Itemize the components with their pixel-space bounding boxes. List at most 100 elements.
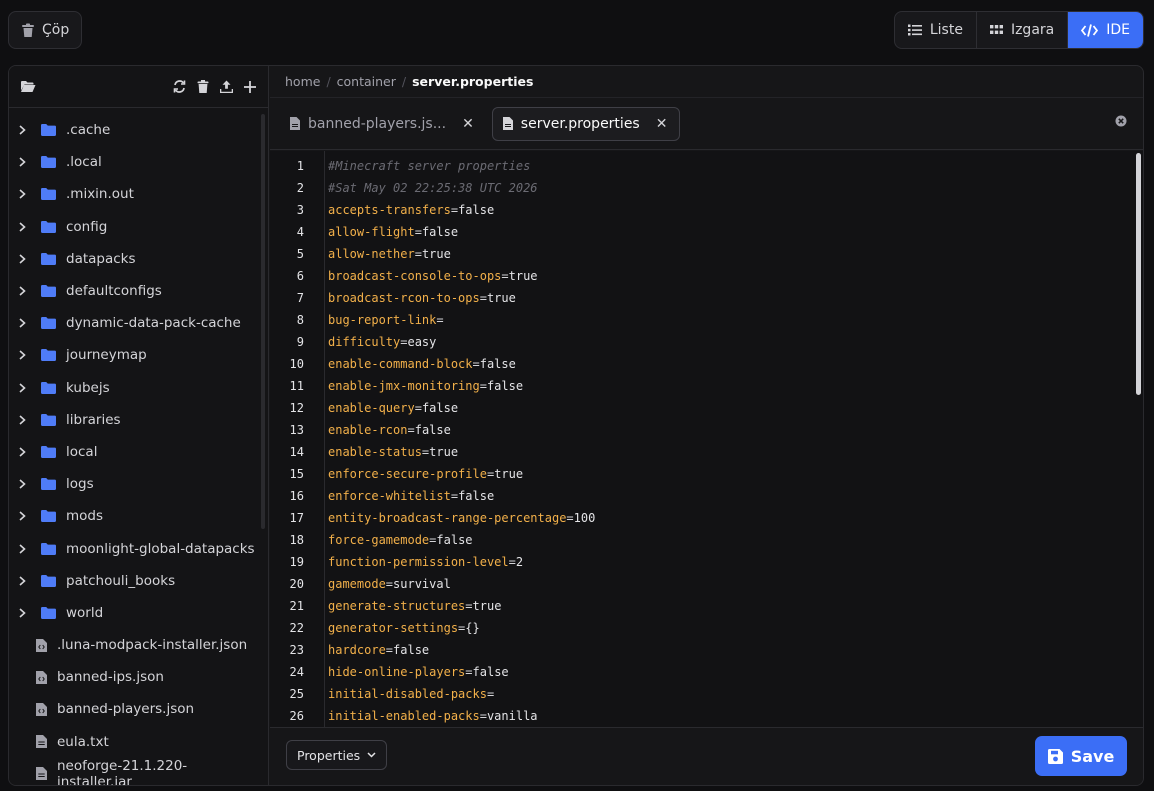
- chevron-right-icon[interactable]: [15, 382, 29, 393]
- folder-item[interactable]: dynamic-data-pack-cache: [9, 307, 259, 339]
- code-line[interactable]: #Minecraft server properties: [328, 155, 1133, 177]
- open-folder-icon: [21, 81, 36, 92]
- tab-banned-players[interactable]: banned-players.js... ✕: [280, 107, 486, 141]
- chevron-right-icon[interactable]: [15, 318, 29, 328]
- add-icon[interactable]: [244, 80, 256, 93]
- property-value: false: [421, 225, 459, 239]
- code-line[interactable]: generate-structures=true: [328, 595, 1133, 617]
- file-item[interactable]: neoforge-21.1.220-installer.jar: [9, 758, 259, 785]
- folder-item[interactable]: moonlight-global-datapacks: [9, 532, 259, 564]
- folder-item[interactable]: config: [9, 211, 259, 243]
- code-line[interactable]: enforce-whitelist=false: [328, 485, 1133, 507]
- code-lines[interactable]: #Minecraft server properties #Sat May 02 …: [328, 151, 1133, 727]
- tab-server-properties[interactable]: server.properties ✕: [491, 106, 681, 141]
- folder-item[interactable]: journeymap: [9, 339, 259, 371]
- chevron-right-icon[interactable]: [15, 543, 29, 554]
- trash-button[interactable]: Çöp: [8, 11, 82, 49]
- code-line[interactable]: allow-flight=false: [328, 221, 1133, 243]
- line-number: 4: [296, 225, 304, 239]
- save-button[interactable]: Save: [1035, 736, 1127, 776]
- chevron-right-icon[interactable]: [15, 608, 29, 618]
- code-line[interactable]: enable-query=false: [328, 397, 1133, 419]
- code-line[interactable]: enable-jmx-monitoring=false: [328, 375, 1133, 397]
- folder-item[interactable]: logs: [9, 468, 259, 500]
- code-line[interactable]: initial-enabled-packs=vanilla: [328, 705, 1133, 727]
- code-line[interactable]: accepts-transfers=false: [328, 199, 1133, 221]
- chevron-right-icon[interactable]: [15, 222, 29, 232]
- file-item[interactable]: banned-players.json: [9, 693, 259, 725]
- close-all-tabs-icon[interactable]: [1115, 115, 1127, 127]
- code-line[interactable]: hardcore=false: [328, 639, 1133, 661]
- property-value: 2: [515, 555, 524, 569]
- code-line[interactable]: enforce-secure-profile=true: [328, 463, 1133, 485]
- code-line[interactable]: gamemode=survival: [328, 573, 1133, 595]
- chevron-right-icon[interactable]: [15, 125, 29, 135]
- code-line[interactable]: generator-settings={}: [328, 617, 1133, 639]
- view-grid-label: Izgara: [1010, 22, 1055, 38]
- folder-item[interactable]: .local: [9, 146, 259, 178]
- breadcrumb-container[interactable]: container: [337, 74, 396, 89]
- folder-item[interactable]: kubejs: [9, 372, 259, 404]
- code-line[interactable]: force-gamemode=false: [328, 529, 1133, 551]
- folder-item[interactable]: patchouli_books: [9, 565, 259, 597]
- language-select[interactable]: Properties: [286, 740, 388, 770]
- chevron-right-icon[interactable]: [15, 286, 29, 296]
- folder-item[interactable]: libraries: [9, 404, 259, 436]
- chevron-right-icon[interactable]: [15, 576, 29, 586]
- folder-item[interactable]: defaultconfigs: [9, 275, 259, 307]
- property-key: hardcore: [328, 643, 386, 657]
- folder-item[interactable]: .mixin.out: [9, 178, 259, 210]
- folder-item[interactable]: datapacks: [9, 243, 259, 275]
- code-line[interactable]: function-permission-level=2: [328, 551, 1133, 573]
- file-item[interactable]: .luna-modpack-installer.json: [9, 629, 259, 661]
- code-line[interactable]: difficulty=easy: [328, 331, 1133, 353]
- property-key: initial-disabled-packs: [328, 687, 487, 701]
- file-item[interactable]: banned-ips.json: [9, 661, 259, 693]
- property-key: function-permission-level: [328, 555, 509, 569]
- editor-pane: home / container / server.properties ban…: [270, 66, 1143, 785]
- code-line[interactable]: hide-online-players=false: [328, 661, 1133, 683]
- code-line[interactable]: broadcast-rcon-to-ops=true: [328, 287, 1133, 309]
- code-line[interactable]: #Sat May 02 22:25:38 UTC 2026: [328, 177, 1133, 199]
- chevron-right-icon[interactable]: [15, 447, 29, 457]
- folder-item[interactable]: local: [9, 436, 259, 468]
- equals-sign: =: [508, 555, 516, 569]
- text-file-icon: [36, 735, 47, 749]
- code-line[interactable]: entity-broadcast-range-percentage=100: [328, 507, 1133, 529]
- folder-item[interactable]: .cache: [9, 114, 259, 146]
- view-ide-label: IDE: [1106, 22, 1130, 38]
- code-line[interactable]: enable-rcon=false: [328, 419, 1133, 441]
- file-item[interactable]: eula.txt: [9, 726, 259, 758]
- code-line[interactable]: bug-report-link=: [328, 309, 1133, 331]
- chevron-right-icon[interactable]: [15, 189, 29, 200]
- equals-sign: =: [414, 225, 422, 239]
- refresh-icon[interactable]: [173, 80, 186, 93]
- chevron-right-icon[interactable]: [15, 479, 29, 489]
- sidebar-scrollbar[interactable]: [261, 114, 265, 529]
- close-icon[interactable]: ✕: [656, 116, 668, 132]
- folder-item[interactable]: mods: [9, 500, 259, 532]
- code-line[interactable]: allow-nether=true: [328, 243, 1133, 265]
- close-icon[interactable]: ✕: [462, 116, 474, 132]
- code-line[interactable]: enable-status=true: [328, 441, 1133, 463]
- chevron-right-icon[interactable]: [15, 157, 29, 167]
- json-file-icon: [36, 670, 47, 684]
- code-editor[interactable]: 1 2 3 4 5 6 7 8 9 10 11 12 13 14 15 16 17 18 19 20 21 22 23 24 2…: [270, 151, 1143, 729]
- editor-scrollbar[interactable]: [1136, 153, 1141, 395]
- code-line[interactable]: enable-command-block=false: [328, 353, 1133, 375]
- breadcrumb-home[interactable]: home: [285, 74, 320, 89]
- equals-sign: =: [479, 709, 487, 723]
- code-line[interactable]: initial-disabled-packs=: [328, 683, 1133, 705]
- chevron-right-icon[interactable]: [15, 254, 29, 264]
- chevron-right-icon[interactable]: [15, 415, 29, 425]
- chevron-right-icon[interactable]: [15, 511, 29, 521]
- view-grid-button[interactable]: Izgara: [977, 12, 1069, 48]
- property-value: vanilla: [486, 709, 538, 723]
- chevron-right-icon[interactable]: [15, 350, 29, 361]
- code-line[interactable]: broadcast-console-to-ops=true: [328, 265, 1133, 287]
- upload-icon[interactable]: [220, 80, 233, 93]
- view-ide-button[interactable]: IDE: [1068, 12, 1143, 48]
- delete-icon[interactable]: [197, 80, 209, 93]
- folder-item[interactable]: world: [9, 597, 259, 629]
- view-list-button[interactable]: Liste: [895, 12, 977, 48]
